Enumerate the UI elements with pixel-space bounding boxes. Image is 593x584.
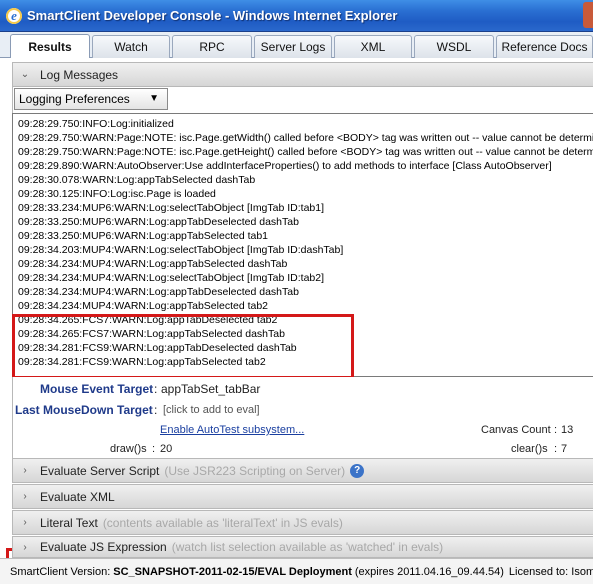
chevron-down-icon: ⌄ <box>20 69 30 80</box>
evaluate-js-expression-title: Evaluate JS Expression <box>40 540 167 554</box>
evaluate-js-expression-hint: (watch list selection available as 'watc… <box>171 540 444 554</box>
tab-rpc[interactable]: RPC <box>172 35 252 58</box>
logging-preferences-menu[interactable]: Logging Preferences ▼ <box>14 88 168 110</box>
help-icon[interactable]: ? <box>350 463 365 478</box>
chevron-right-icon: › <box>23 541 27 553</box>
mouse-event-target-value: appTabSet_tabBar <box>161 382 261 396</box>
evaluate-js-expression-header[interactable]: › Evaluate JS Expression (watch list sel… <box>12 536 593 558</box>
tab-results[interactable]: Results <box>10 34 90 58</box>
logging-preferences-bar: Logging Preferences ▼ <box>12 87 593 113</box>
log-line: 09:28:33.250:MUP6:WARN:Log:appTabDeselec… <box>18 216 299 228</box>
log-line: 09:28:33.234:MUP6:WARN:Log:selectTabObje… <box>18 202 325 214</box>
log-line: 09:28:34.234:MUP4:WARN:Log:appTabSelecte… <box>18 258 288 270</box>
evaluate-server-script-title: Evaluate Server Script <box>40 463 160 478</box>
last-mousedown-target-label: Last MouseDown Target <box>15 403 153 417</box>
literal-text-header[interactable]: › Literal Text (contents available as 'l… <box>12 510 593 535</box>
log-line: 09:28:29.890:WARN:AutoObserver:Use addIn… <box>18 160 552 172</box>
clears-label: clear()s <box>511 443 548 455</box>
evaluate-xml-title: Evaluate XML <box>40 489 115 504</box>
chevron-right-icon: › <box>23 491 27 502</box>
window-title: SmartClient Developer Console - Windows … <box>27 8 398 23</box>
canvas-count-label: Canvas Count <box>481 424 551 436</box>
log-line: 09:28:34.234:MUP4:WARN:Log:selectTabObje… <box>18 272 325 284</box>
log-line: 09:28:29.750:WARN:Page:NOTE: isc.Page.ge… <box>18 146 593 158</box>
ie-icon: e <box>6 7 22 24</box>
log-line: 09:28:34.234:MUP4:WARN:Log:appTabSelecte… <box>18 300 269 312</box>
inspector-panel: Mouse Event Target : appTabSet_tabBar La… <box>12 377 593 458</box>
evaluate-server-script-header[interactable]: › Evaluate Server Script (Use JSR223 Scr… <box>12 458 593 483</box>
literal-text-title: Literal Text <box>40 515 98 530</box>
version-prefix: SmartClient Version: <box>10 565 111 578</box>
draws-value: 20 <box>160 443 173 455</box>
version-footer: SmartClient Version: SC_SNAPSHOT-2011-02… <box>0 558 593 584</box>
chevron-right-icon: › <box>23 517 27 528</box>
window-title-bar[interactable]: e SmartClient Developer Console - Window… <box>0 0 593 32</box>
tab-wsdl[interactable]: WSDL <box>414 35 494 58</box>
log-messages-title: Log Messages <box>40 67 119 82</box>
log-line: 09:28:34.234:MUP4:WARN:Log:appTabDeselec… <box>18 286 299 298</box>
version-expires: (expires 2011.04.16_09.44.54) <box>354 565 504 578</box>
dropdown-arrow-icon: ▼ <box>149 93 159 104</box>
literal-text-hint: (contents available as 'literalText' in … <box>102 515 343 530</box>
evaluate-server-script-hint: (Use JSR223 Scripting on Server) <box>164 463 346 478</box>
license-text: Licensed to: Isomorphic Software (#ISC_E… <box>508 565 593 578</box>
evaluate-xml-header[interactable]: › Evaluate XML <box>12 484 593 509</box>
log-line: 09:28:29.750:INFO:Log:initialized <box>18 118 174 130</box>
logging-preferences-label: Logging Preferences <box>19 92 130 106</box>
version-value: SC_SNAPSHOT-2011-02-15/EVAL Deployment <box>113 565 352 578</box>
clears-value: 7 <box>561 443 568 455</box>
console-tab-bar: Results Watch RPC Server Logs XML WSDL R… <box>0 32 593 58</box>
log-line: 09:28:30.125:INFO:Log:isc.Page is loaded <box>18 188 216 200</box>
window-close-button[interactable] <box>583 2 593 28</box>
log-line: 09:28:34.203:MUP4:WARN:Log:selectTabObje… <box>18 244 344 256</box>
mouse-event-target-label: Mouse Event Target <box>40 382 154 396</box>
tab-watch[interactable]: Watch <box>92 35 170 58</box>
last-mousedown-target-value[interactable]: [click to add to eval] <box>163 404 260 416</box>
highlight-box-log-lines <box>12 314 354 379</box>
log-messages-header[interactable]: ⌄ Log Messages <box>12 62 593 87</box>
canvas-count-value: 13 <box>561 424 574 436</box>
log-line: 09:28:30.078:WARN:Log:appTabSelected das… <box>18 174 256 186</box>
tab-server-logs[interactable]: Server Logs <box>254 35 332 58</box>
tab-xml[interactable]: XML <box>334 35 412 58</box>
chevron-right-icon: › <box>23 465 27 476</box>
log-line: 09:28:33.250:MUP6:WARN:Log:appTabSelecte… <box>18 230 269 242</box>
draws-label: draw()s <box>110 443 147 455</box>
tab-reference-docs[interactable]: Reference Docs <box>496 35 593 58</box>
enable-autotest-link[interactable]: Enable AutoTest subsystem... <box>160 424 304 436</box>
log-line: 09:28:29.750:WARN:Page:NOTE: isc.Page.ge… <box>18 132 593 144</box>
